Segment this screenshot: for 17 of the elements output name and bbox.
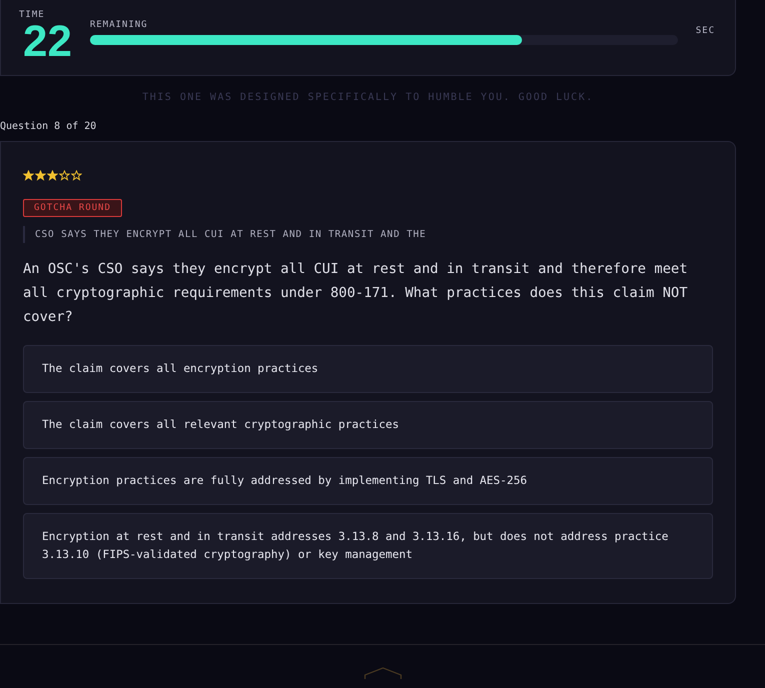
taunt-text: THIS ONE WAS DESIGNED SPECIFICALLY TO HUMBLE YOU. GOOD LUCK. — [141, 92, 595, 103]
answer-option[interactable]: The claim covers all relevant cryptographic practices — [23, 401, 713, 449]
remaining-label: REMAINING — [90, 20, 149, 30]
round-tag: GOTCHA ROUND — [23, 199, 122, 217]
star-icon — [47, 170, 58, 181]
star-icon — [35, 170, 46, 181]
empty-star-icon — [71, 170, 82, 181]
scenario-text: CSO SAYS THEY ENCRYPT ALL CUI AT REST AND IN TRANSIT AND THE — [23, 226, 713, 243]
question-counter: Question 8 of 20 — [0, 121, 98, 132]
seconds-count: 22 — [23, 20, 72, 64]
star-icon — [23, 170, 34, 181]
answer-option[interactable]: Encryption practices are fully addressed by implementing TLS and AES-256 — [23, 457, 713, 505]
answer-option[interactable]: The claim covers all encryption practices — [23, 345, 713, 393]
time-label: TIME — [19, 10, 46, 20]
answer-option[interactable]: Encryption at rest and in transit addresses 3.13.8 and 3.13.16, but does not address practice 3.13.10 (FIPS-validated cryptography) or key management — [23, 513, 713, 579]
question-text: An OSC's CSO says they encrypt all CUI at rest and in transit and therefore meet all cryptographic requirements under 800-171. What practices does this claim NOT cover? — [23, 260, 689, 327]
seconds-unit: SEC — [696, 26, 715, 36]
